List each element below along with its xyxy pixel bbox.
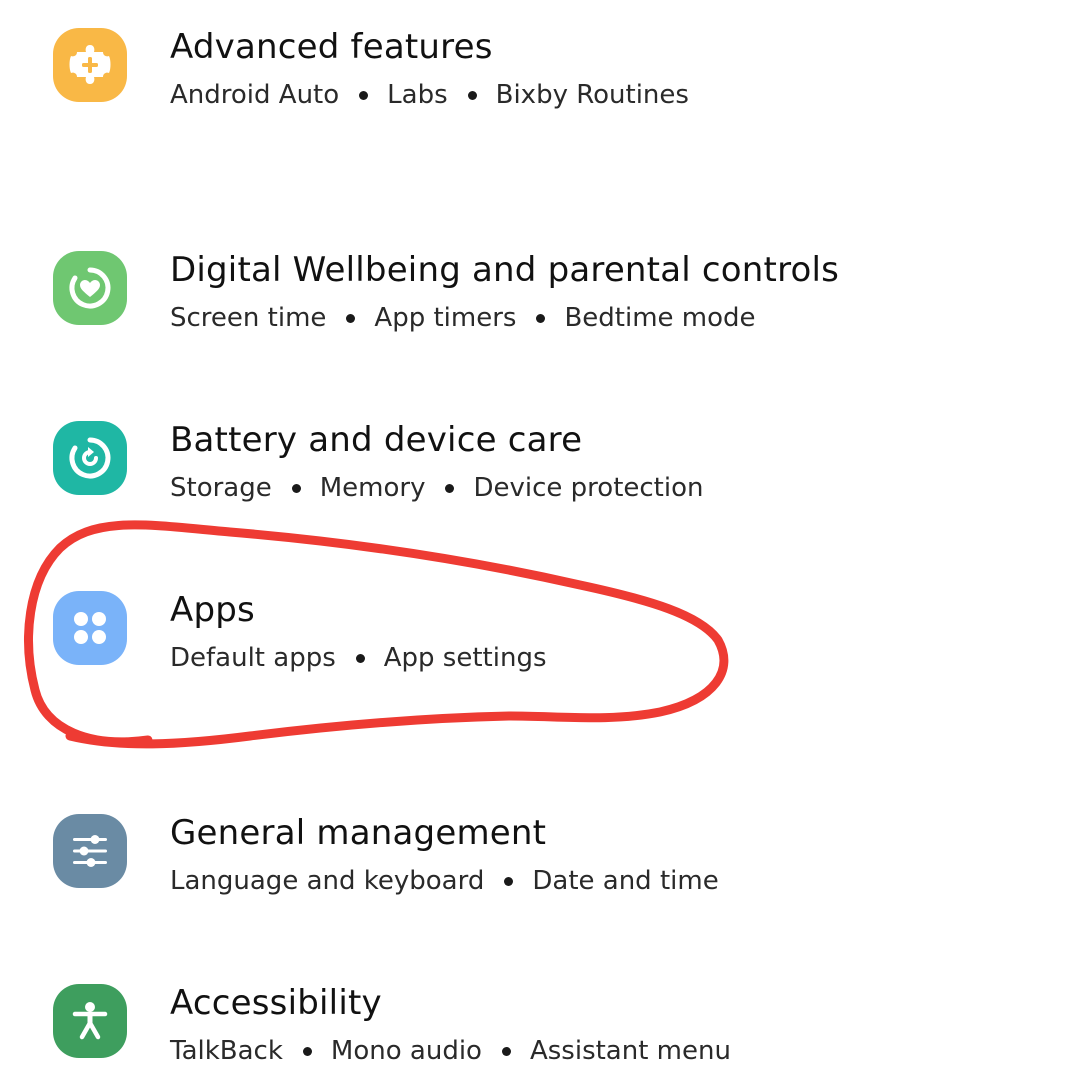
settings-item-subtitle: Language and keyboard Date and time: [170, 868, 719, 894]
subtitle-link-app-settings: App settings: [383, 643, 547, 673]
subtitle-link-labs: Labs: [387, 80, 448, 110]
subtitle-link-device-protection: Device protection: [473, 473, 704, 503]
subtitle-link-talkback: TalkBack: [170, 1036, 283, 1066]
settings-item-battery-device-care[interactable]: Battery and device care Storage Memory D…: [0, 401, 1080, 521]
separator-dot: [355, 653, 365, 663]
settings-item-subtitle: Screen time App timers Bedtime mode: [170, 305, 756, 331]
separator-dot: [302, 1046, 312, 1056]
subtitle-link-storage: Storage: [170, 473, 272, 503]
subtitle-link-date-time: Date and time: [532, 866, 719, 896]
device-care-icon: [53, 421, 127, 495]
settings-item-title: General management: [170, 813, 547, 853]
settings-item-subtitle: TalkBack Mono audio Assistant menu: [170, 1038, 731, 1064]
settings-item-accessibility[interactable]: Accessibility TalkBack Mono audio Assist…: [0, 964, 1080, 1084]
separator-dot: [291, 483, 301, 493]
subtitle-link-android-auto: Android Auto: [170, 80, 340, 110]
settings-item-title: Accessibility: [170, 983, 382, 1023]
subtitle-link-mono-audio: Mono audio: [330, 1036, 482, 1066]
separator-dot: [504, 876, 514, 886]
settings-item-apps[interactable]: Apps Default apps App settings: [0, 571, 1080, 691]
subtitle-link-assistant-menu: Assistant menu: [529, 1036, 731, 1066]
subtitle-link-bixby-routines: Bixby Routines: [495, 80, 689, 110]
separator-dot: [536, 313, 546, 323]
subtitle-link-bedtime-mode: Bedtime mode: [564, 303, 756, 333]
settings-item-title: Digital Wellbeing and parental controls: [170, 250, 840, 290]
red-circle-annotation: [24, 520, 729, 749]
accessibility-person-icon: [53, 984, 127, 1058]
subtitle-link-language-keyboard: Language and keyboard: [170, 866, 485, 896]
separator-dot: [359, 90, 369, 100]
separator-dot: [445, 483, 455, 493]
subtitle-link-memory: Memory: [319, 473, 426, 503]
sliders-icon: [53, 814, 127, 888]
settings-item-general-management[interactable]: General management Language and keyboard…: [0, 794, 1080, 914]
settings-item-subtitle: Default apps App settings: [170, 645, 547, 671]
settings-item-digital-wellbeing[interactable]: Digital Wellbeing and parental controls …: [0, 231, 1080, 351]
settings-item-title: Advanced features: [170, 27, 493, 67]
settings-item-title: Apps: [170, 590, 255, 630]
apps-grid-icon: [53, 591, 127, 665]
heart-ring-icon: [53, 251, 127, 325]
settings-item-advanced-features[interactable]: Advanced features Android Auto Labs Bixb…: [0, 8, 1080, 128]
separator-dot: [501, 1046, 511, 1056]
separator-dot: [467, 90, 477, 100]
subtitle-link-app-timers: App timers: [374, 303, 517, 333]
settings-item-subtitle: Android Auto Labs Bixby Routines: [170, 82, 689, 108]
subtitle-link-default-apps: Default apps: [170, 643, 336, 673]
settings-item-title: Battery and device care: [170, 420, 583, 460]
subtitle-link-screen-time: Screen time: [170, 303, 327, 333]
puzzle-plus-icon: [53, 28, 127, 102]
separator-dot: [346, 313, 356, 323]
settings-item-subtitle: Storage Memory Device protection: [170, 475, 704, 501]
